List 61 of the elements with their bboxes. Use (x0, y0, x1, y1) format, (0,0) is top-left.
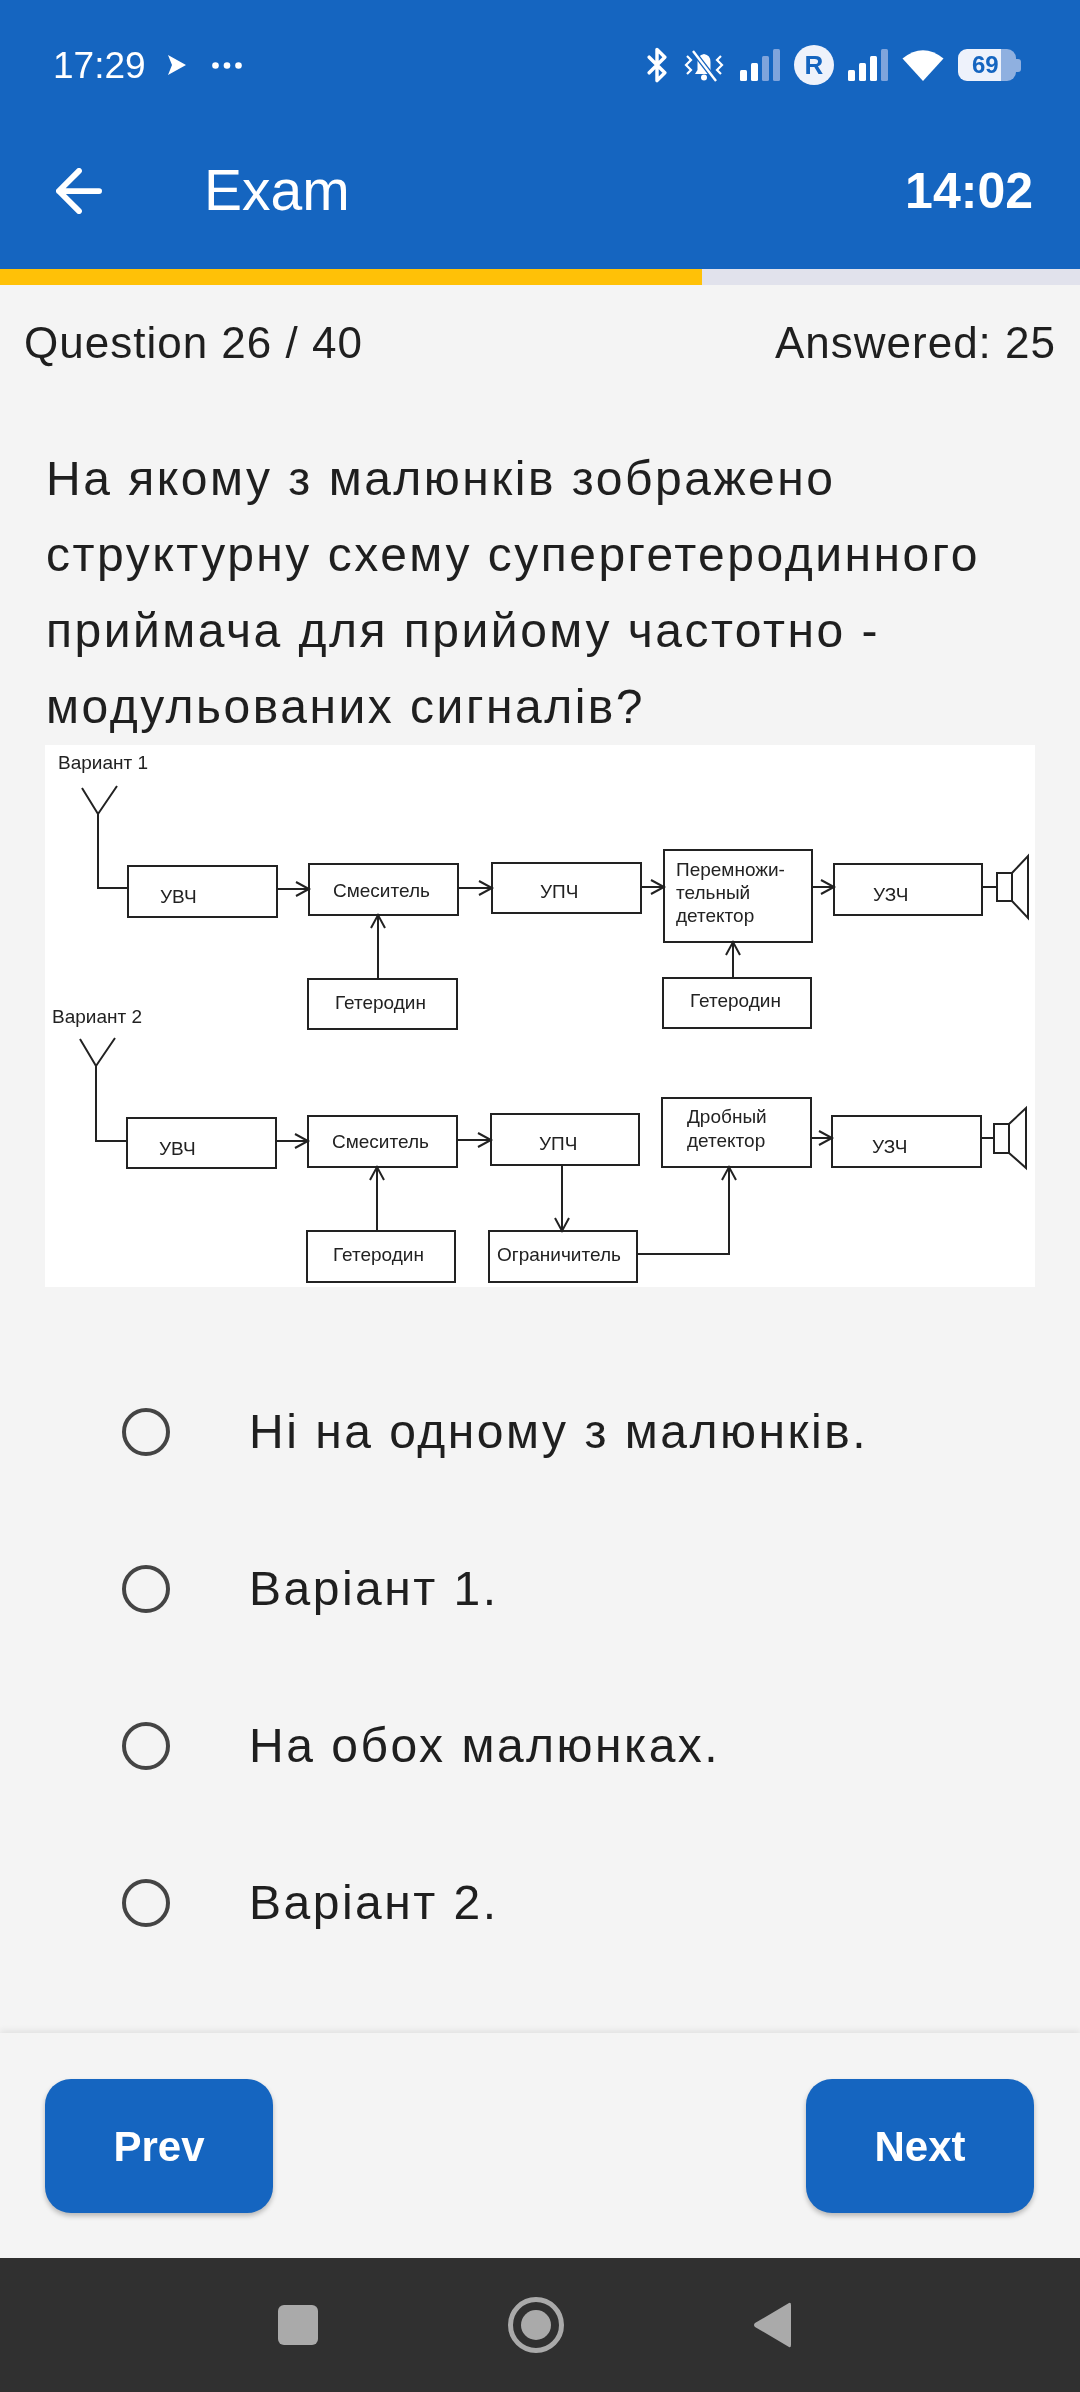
arrow (725, 939, 741, 979)
diagram-block: Перемножи- тельный детектор (663, 849, 813, 943)
diagram-block: УВЧ (127, 865, 278, 918)
signal-icon (740, 49, 780, 81)
arrow (554, 1164, 570, 1234)
arrow (811, 879, 837, 895)
connector-line (981, 886, 998, 888)
diagram-block: Смеситель (308, 863, 459, 916)
radio-button[interactable] (122, 1407, 170, 1456)
speaker-icon (993, 1105, 1027, 1171)
option-text[interactable]: Варіант 2. (249, 1878, 499, 1927)
back-triangle-icon[interactable] (753, 2301, 791, 2349)
radio-button[interactable] (122, 1878, 170, 1927)
back-arrow-icon[interactable] (56, 167, 102, 214)
question-counter: Question 26 / 40 (24, 321, 363, 365)
diagram-block: Смеситель (307, 1115, 458, 1168)
arrow (369, 1164, 385, 1232)
bell-off-icon (682, 47, 726, 83)
diagram-block: УЗЧ (833, 863, 983, 916)
battery-indicator: 69 (958, 49, 1021, 81)
play-icon (167, 55, 186, 75)
arrow (370, 912, 386, 980)
option-text[interactable]: Ні на одному з малюнків. (249, 1407, 868, 1456)
arrow (275, 1133, 311, 1149)
arrow (457, 880, 495, 896)
status-time: 17:29 (53, 46, 146, 84)
diagram-block: Дробный детектор (661, 1097, 812, 1168)
bluetooth-icon (646, 47, 668, 83)
diagram-block: УВЧ (126, 1117, 277, 1169)
variant-label: Вариант 1 (58, 752, 149, 773)
variant-label: Вариант 2 (52, 1006, 143, 1027)
arrow (810, 1130, 835, 1146)
more-dots-icon (211, 61, 242, 69)
signal-icon (848, 49, 888, 81)
next-button[interactable]: Next (806, 2079, 1034, 2213)
arrow (640, 879, 667, 895)
diagram-block: УПЧ (490, 1113, 640, 1166)
diagram-block: Гетеродин (306, 1230, 456, 1283)
arrow (276, 881, 312, 897)
question-text: На якому з малюнків зображено структурну схему супергетеродинного приймача для прийому частотно - модульованих сигналів? (46, 451, 981, 735)
diagram-block: Ограничитель (488, 1230, 638, 1283)
option-text[interactable]: На обох малюнках. (249, 1721, 721, 1770)
screen-title: Exam (204, 162, 350, 219)
speaker-icon (996, 853, 1029, 921)
arrow (456, 1132, 494, 1148)
prev-button[interactable]: Prev (45, 2079, 273, 2213)
home-circle-icon[interactable] (508, 2297, 564, 2353)
connector-line (980, 1137, 995, 1139)
answered-count: Answered: 25 (774, 321, 1056, 365)
option-text[interactable]: Варіант 1. (249, 1564, 499, 1613)
diagram-block: Гетеродин (662, 977, 812, 1029)
diagram-block: УПЧ (491, 862, 642, 914)
radio-button[interactable] (122, 1721, 170, 1770)
wifi-icon (902, 49, 944, 81)
countdown-timer: 14:02 (905, 165, 1033, 216)
diagram-block: Гетеродин (307, 978, 458, 1030)
roaming-indicator: R (794, 45, 834, 85)
radio-button[interactable] (122, 1564, 170, 1613)
antenna-icon (79, 1037, 116, 1068)
antenna-icon (81, 785, 118, 816)
diagram-block: УЗЧ (831, 1115, 982, 1168)
